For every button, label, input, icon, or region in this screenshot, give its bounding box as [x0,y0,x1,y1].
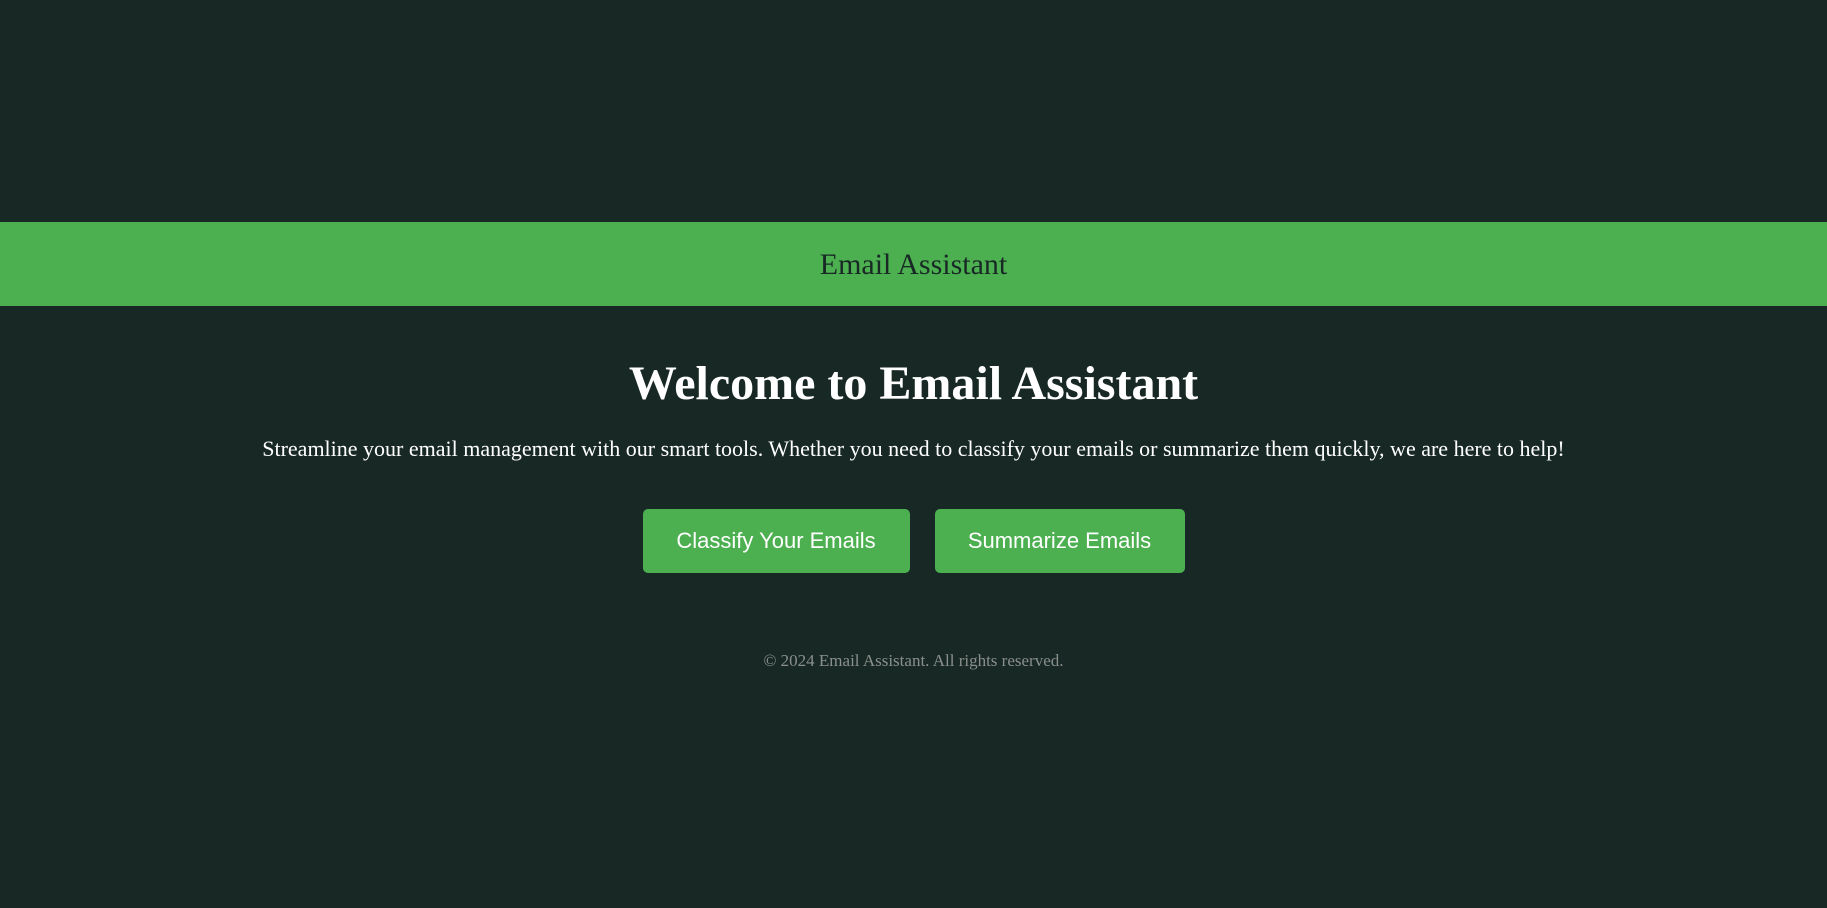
site-header: Email Assistant [0,222,1827,306]
classify-emails-button[interactable]: Classify Your Emails [642,509,910,573]
page-title: Welcome to Email Assistant [628,357,1199,410]
tagline: Streamline your email management with ou… [262,436,1565,461]
header-title: Email Assistant [819,248,1008,281]
footer-copyright: © 2024 Email Assistant. All rights reser… [763,651,1064,670]
summarize-emails-button[interactable]: Summarize Emails [934,509,1185,573]
action-buttons: Classify Your Emails Summarize Emails [0,509,1827,573]
main-content: Welcome to Email Assistant Streamline yo… [0,306,1827,573]
